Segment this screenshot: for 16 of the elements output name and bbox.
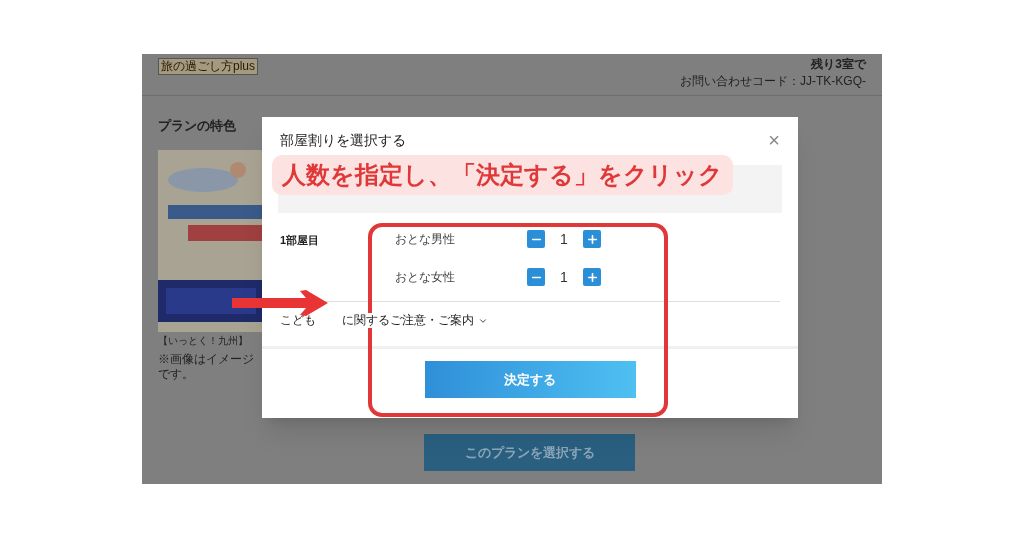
section-heading: プランの特色 bbox=[158, 118, 237, 134]
guest-count: 1 bbox=[559, 229, 569, 249]
dialog-title: 部屋割りを選択する bbox=[280, 131, 406, 149]
site-logo[interactable]: 旅の過ごし方plus bbox=[158, 58, 258, 75]
notice-link[interactable]: に関するご注意・ご案内 bbox=[342, 313, 474, 328]
notice-link[interactable]: こども bbox=[280, 313, 316, 328]
inquiry-code: お問い合わせコード：JJ-TK-KGQ- bbox=[680, 73, 866, 90]
image-caption: 【いっとく！九州】 bbox=[158, 334, 249, 348]
close-button[interactable]: × bbox=[768, 131, 780, 149]
callout-label: 人数を指定し、「決定する」をクリック bbox=[272, 155, 733, 195]
guest-type-label: おとな男性 bbox=[395, 231, 456, 248]
room-label: 1部屋目 bbox=[280, 233, 321, 248]
guest-count: 1 bbox=[559, 267, 569, 287]
image-note: ※画像はイメージです。 bbox=[158, 352, 255, 382]
guest-type-label: おとな女性 bbox=[395, 269, 456, 286]
availability-text: 残り3室で bbox=[811, 56, 866, 73]
